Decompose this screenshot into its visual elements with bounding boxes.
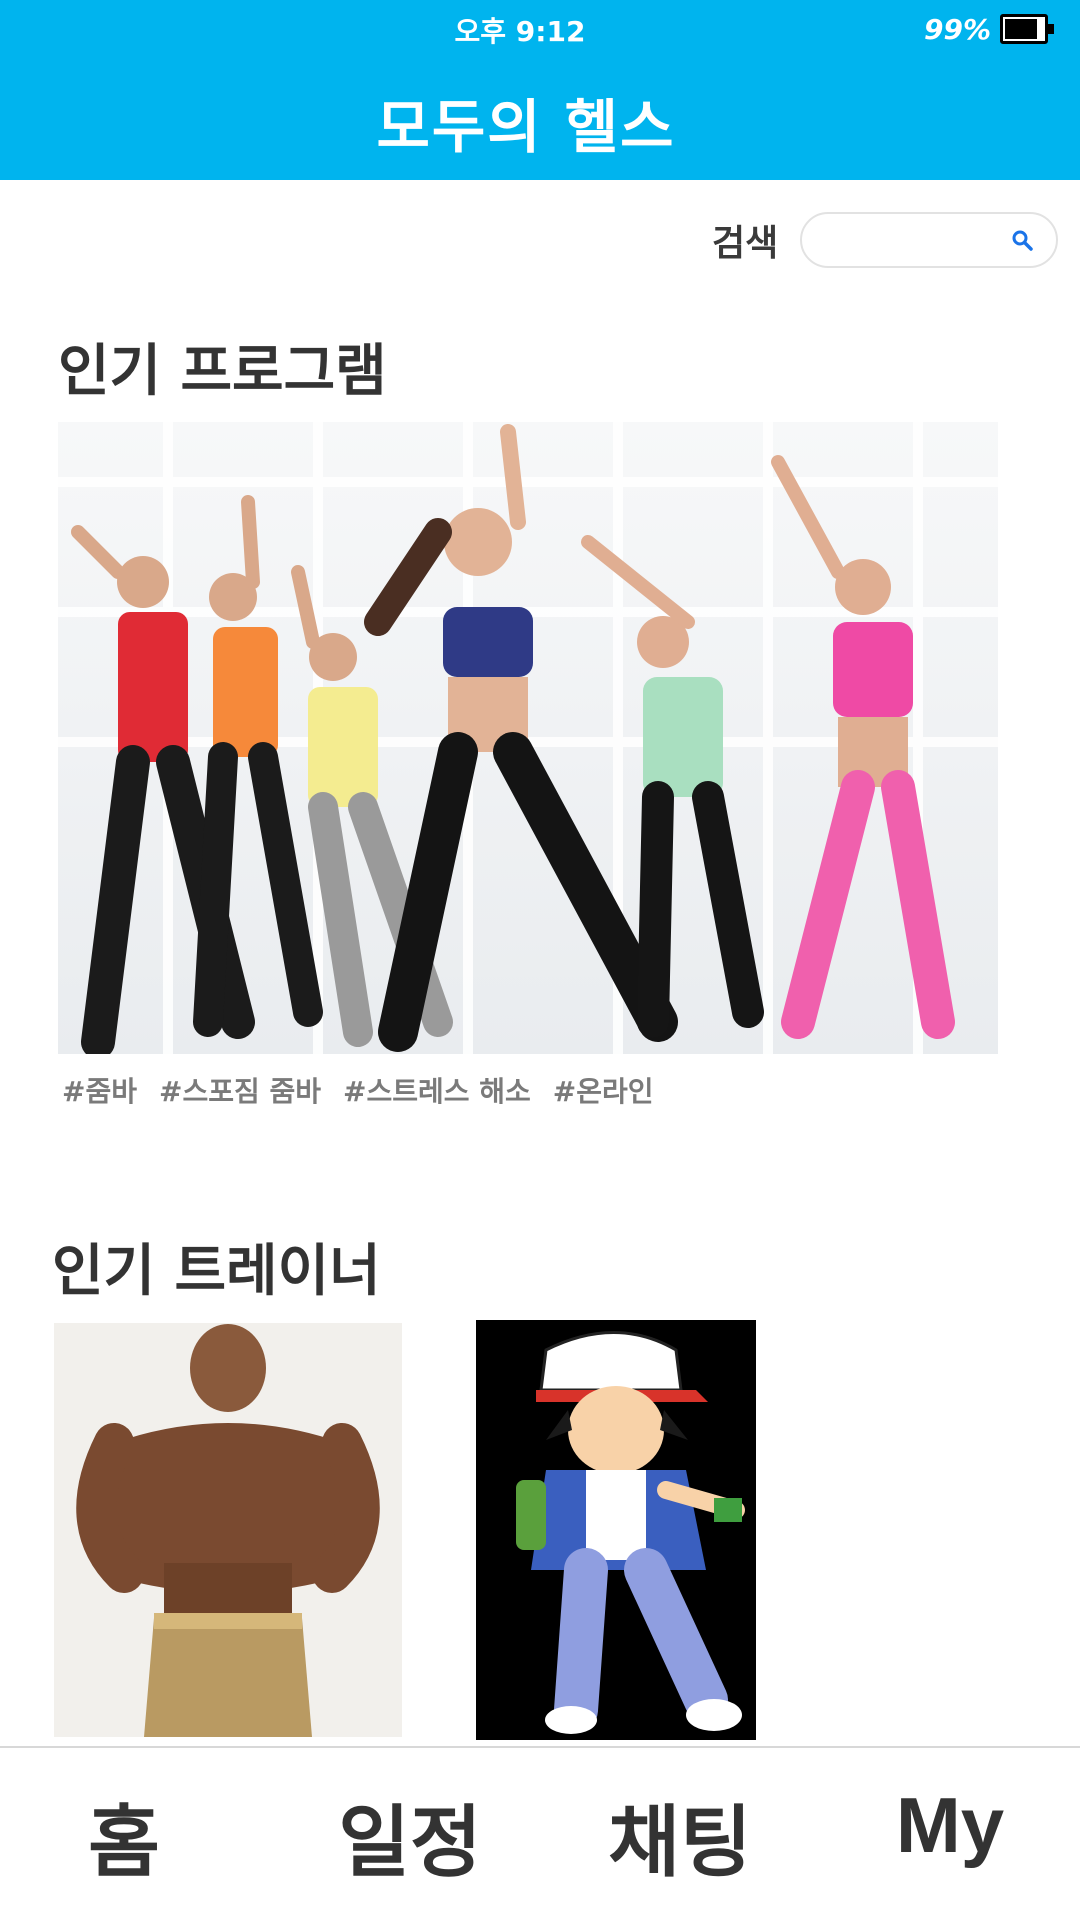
program-tags: #줌바 #스포짐 줌바 #스트레스 해소 #온라인 [62,1070,654,1110]
tag[interactable]: #스포짐 줌바 [159,1070,321,1110]
battery-percent: 99% [924,13,992,46]
search-icon[interactable] [1010,228,1036,254]
status-time: 오후 9:12 [454,15,586,48]
trainer-card-2[interactable] [476,1320,756,1740]
popular-programs-title: 인기 프로그램 [58,339,387,404]
search-field[interactable] [800,212,1058,268]
trainer-card-1[interactable] [54,1323,402,1737]
muscular-trainer-illustration [76,1324,380,1737]
search-input[interactable] [820,222,1000,258]
dance-class-illustration [58,422,998,1054]
cartoon-trainer-illustration [516,1331,745,1734]
page-title: 모두의 헬스 [376,93,676,161]
nav-chat[interactable]: 채팅 [600,1780,760,1892]
nav-home[interactable]: 홈 [64,1780,184,1892]
battery-icon [1000,14,1054,44]
tag[interactable]: #온라인 [553,1070,654,1110]
tag[interactable]: #스트레스 해소 [343,1070,531,1110]
nav-my[interactable]: My [880,1780,1020,1871]
nav-schedule[interactable]: 일정 [330,1780,490,1892]
app-header: 오후 9:12 99% 모두의 헬스 [0,0,1080,180]
popular-trainers-title: 인기 트레이너 [52,1239,381,1304]
program-image[interactable] [58,422,998,1054]
bottom-nav: 홈 일정 채팅 My [0,1746,1080,1920]
search-label: 검색 [712,223,779,264]
tag[interactable]: #줌바 [62,1070,137,1110]
